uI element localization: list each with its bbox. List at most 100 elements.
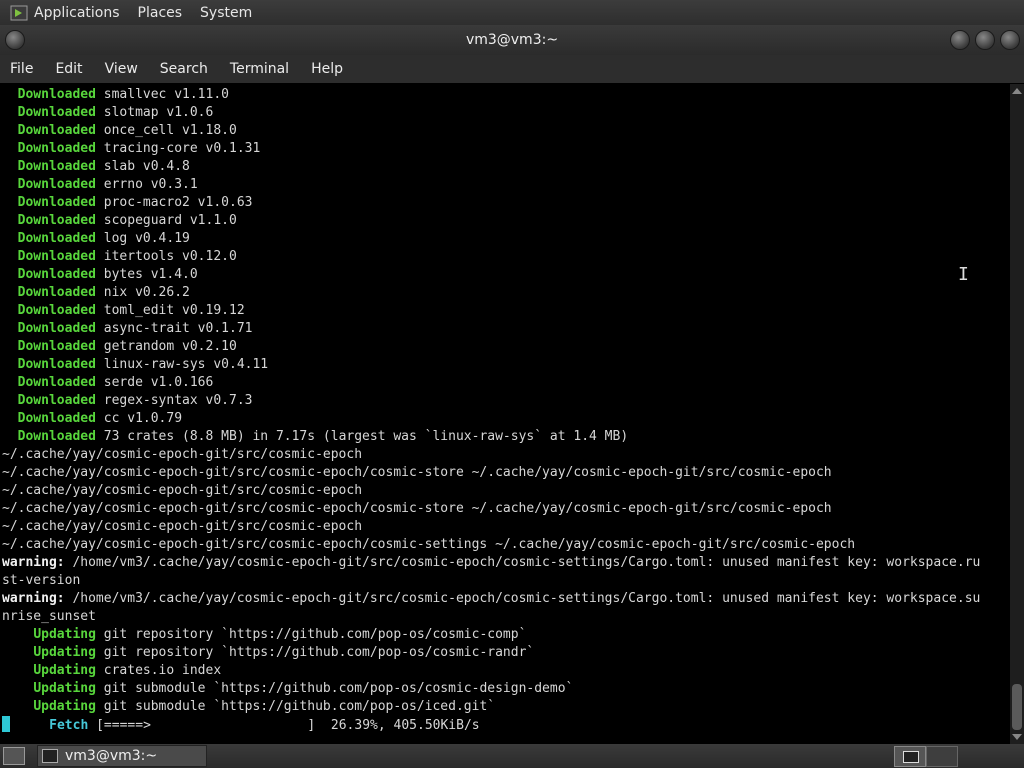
terminal-line: Downloaded regex-syntax v0.7.3 (2, 392, 980, 410)
terminal-line: Downloaded proc-macro2 v1.0.63 (2, 194, 980, 212)
line-text: once_cell v1.18.0 (95, 123, 237, 138)
terminal-line: ~/.cache/yay/cosmic-epoch-git/src/cosmic… (2, 518, 980, 536)
window-title: vm3@vm3:~ (465, 32, 559, 48)
line-text: git submodule `https://github.com/pop-os… (95, 681, 574, 696)
status-keyword: Downloaded (17, 249, 96, 264)
line-text: cc v1.0.79 (95, 411, 183, 426)
line-text: linux-raw-sys v0.4.11 (95, 357, 269, 372)
terminal-line: Downloaded 73 crates (8.8 MB) in 7.17s (… (2, 428, 980, 446)
status-keyword: Downloaded (17, 105, 96, 120)
line-text: proc-macro2 v1.0.63 (95, 195, 253, 210)
line-text: nix v0.26.2 (95, 285, 190, 300)
taskbar-window-button[interactable]: vm3@vm3:~ (37, 745, 207, 767)
terminal-line: Updating git repository `https://github.… (2, 644, 980, 662)
status-keyword: Downloaded (17, 411, 96, 426)
workspace-window-icon (903, 751, 919, 763)
window-titlebar[interactable]: vm3@vm3:~ (0, 25, 1024, 55)
terminal-scrollbar[interactable] (1010, 84, 1024, 744)
terminal-line: Updating git submodule `https://github.c… (2, 680, 980, 698)
terminal-line: Downloaded serde v1.0.166 (2, 374, 980, 392)
status-keyword: Updating (33, 645, 96, 660)
line-text: ~/.cache/yay/cosmic-epoch-git/src/cosmic… (2, 519, 363, 534)
terminal-line: Downloaded cc v1.0.79 (2, 410, 980, 428)
system-menu[interactable]: System (200, 5, 252, 21)
terminal-line: st-version (2, 572, 980, 590)
applications-logo-icon[interactable] (10, 5, 28, 21)
status-keyword: Downloaded (17, 141, 96, 156)
line-text: /home/vm3/.cache/yay/cosmic-epoch-git/sr… (64, 591, 981, 606)
fetch-keyword: Fetch (49, 718, 89, 733)
minimize-icon[interactable] (950, 30, 970, 50)
terminal-line: ~/.cache/yay/cosmic-epoch-git/src/cosmic… (2, 446, 980, 464)
line-text: regex-syntax v0.7.3 (95, 393, 253, 408)
line-text: errno v0.3.1 (95, 177, 198, 192)
top-panel: Applications Places System (0, 0, 1024, 25)
terminal-line: ~/.cache/yay/cosmic-epoch-git/src/cosmic… (2, 536, 980, 554)
terminal-menubar: File Edit View Search Terminal Help (0, 55, 1024, 83)
status-keyword: Downloaded (17, 195, 96, 210)
terminal-output[interactable]: Downloaded smallvec v1.11.0 Downloaded s… (0, 84, 1010, 744)
line-text: bytes v1.4.0 (95, 267, 198, 282)
close-icon[interactable] (1000, 30, 1020, 50)
applications-menu[interactable]: Applications (34, 5, 120, 21)
terminal-line: Updating git submodule `https://github.c… (2, 698, 980, 716)
terminal-line: Downloaded itertools v0.12.0 (2, 248, 980, 266)
places-menu[interactable]: Places (138, 5, 183, 21)
terminal-line: Updating crates.io index (2, 662, 980, 680)
terminal-line: nrise_sunset (2, 608, 980, 626)
scrollbar-thumb[interactable] (1012, 684, 1022, 730)
taskbar-window-label: vm3@vm3:~ (65, 748, 158, 764)
text-cursor-icon: I (958, 264, 969, 285)
maximize-icon[interactable] (975, 30, 995, 50)
line-text: serde v1.0.166 (95, 375, 214, 390)
terminal-line: ~/.cache/yay/cosmic-epoch-git/src/cosmic… (2, 464, 980, 482)
line-text: slab v0.4.8 (95, 159, 190, 174)
line-text: git repository `https://github.com/pop-o… (95, 627, 527, 642)
status-keyword: Downloaded (17, 87, 96, 102)
window-menu-icon[interactable] (5, 30, 25, 50)
show-desktop-icon[interactable] (3, 747, 25, 765)
line-text: ~/.cache/yay/cosmic-epoch-git/src/cosmic… (2, 501, 832, 516)
terminal-window-icon (42, 749, 58, 763)
terminal-line: Downloaded async-trait v0.1.71 (2, 320, 980, 338)
line-text: 73 crates (8.8 MB) in 7.17s (largest was… (95, 429, 629, 444)
status-keyword: Downloaded (17, 213, 96, 228)
terminal-line: Downloaded scopeguard v1.1.0 (2, 212, 980, 230)
line-text: scopeguard v1.1.0 (95, 213, 237, 228)
line-text: crates.io index (95, 663, 222, 678)
terminal-line: Downloaded slab v0.4.8 (2, 158, 980, 176)
scroll-down-icon[interactable] (1012, 734, 1022, 740)
status-keyword: Downloaded (17, 375, 96, 390)
terminal-line: Downloaded errno v0.3.1 (2, 176, 980, 194)
menu-file[interactable]: File (0, 61, 44, 77)
terminal-line: Downloaded smallvec v1.11.0 (2, 86, 980, 104)
menu-terminal[interactable]: Terminal (219, 61, 300, 77)
status-keyword: Downloaded (17, 393, 96, 408)
line-text: getrandom v0.2.10 (95, 339, 237, 354)
warning-keyword: warning: (2, 555, 65, 570)
menu-help[interactable]: Help (300, 61, 354, 77)
status-keyword: Downloaded (17, 429, 96, 444)
terminal-lines: Downloaded smallvec v1.11.0 Downloaded s… (2, 86, 980, 734)
terminal-line: Fetch [=====> ] 26.39%, 405.50KiB/s (2, 716, 980, 734)
workspace-1[interactable] (894, 746, 926, 767)
line-text: git submodule `https://github.com/pop-os… (95, 699, 496, 714)
warning-keyword: warning: (2, 591, 65, 606)
line-text: toml_edit v0.19.12 (95, 303, 245, 318)
scroll-up-icon[interactable] (1012, 88, 1022, 94)
status-keyword: Updating (33, 627, 96, 642)
workspace-2[interactable] (926, 746, 958, 767)
terminal-line: Downloaded toml_edit v0.19.12 (2, 302, 980, 320)
status-keyword: Downloaded (17, 339, 96, 354)
status-keyword: Downloaded (17, 159, 96, 174)
terminal-line: Downloaded tracing-core v0.1.31 (2, 140, 980, 158)
bottom-panel: vm3@vm3:~ (0, 744, 1024, 768)
terminal-line: ~/.cache/yay/cosmic-epoch-git/src/cosmic… (2, 500, 980, 518)
menu-edit[interactable]: Edit (44, 61, 93, 77)
line-text: async-trait v0.1.71 (95, 321, 253, 336)
menu-search[interactable]: Search (149, 61, 219, 77)
terminal-line: warning: /home/vm3/.cache/yay/cosmic-epo… (2, 554, 980, 572)
status-keyword: Downloaded (17, 303, 96, 318)
menu-view[interactable]: View (94, 61, 149, 77)
status-keyword: Downloaded (17, 267, 96, 282)
